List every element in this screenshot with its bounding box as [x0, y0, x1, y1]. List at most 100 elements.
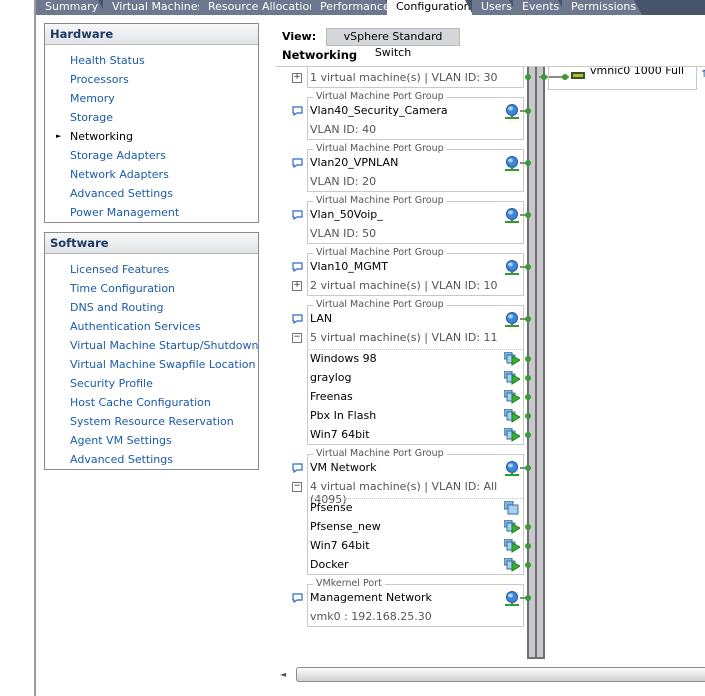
connector-dot [525, 74, 531, 80]
vm-list-item[interactable]: Windows 98 [310, 352, 377, 365]
software-item-time-configuration[interactable]: Time Configuration [70, 282, 175, 295]
tab-performance[interactable]: Performance [311, 0, 393, 15]
port-group-globe-icon [505, 312, 519, 327]
tab-summary[interactable]: Summary [36, 0, 106, 15]
software-item-system-resource-reservation[interactable]: System Resource Reservation [70, 415, 234, 428]
connector-dot [525, 160, 531, 166]
properties-bubble-icon[interactable] [292, 106, 303, 117]
properties-bubble-icon[interactable] [292, 593, 303, 604]
port-group[interactable]: Virtual Machine Port Group Vlan20_VPNLAN V… [307, 143, 524, 192]
hardware-item-processors[interactable]: Processors [70, 73, 129, 86]
expand-icon[interactable]: + [292, 281, 302, 291]
vm-list-item[interactable]: Win7 64bit [310, 539, 370, 552]
port-group-name: Vlan10_MGMT [310, 260, 389, 273]
view-selector[interactable]: vSphere Standard Switch [326, 28, 460, 59]
port-group-name: VM Network [310, 461, 377, 474]
tab-users[interactable]: Users [472, 0, 517, 15]
hardware-panel: Hardware Health Status Processors Memory St… [44, 23, 259, 223]
port-group-name: Vlan20_VPNLAN [310, 156, 399, 169]
expand-icon[interactable]: + [292, 73, 302, 83]
connector-dot [525, 212, 531, 218]
connector-dot [525, 413, 531, 419]
connector-dot [525, 108, 531, 114]
uplink-info-icon[interactable]: ↑ [700, 69, 705, 80]
hardware-item-networking[interactable]: Networking [70, 130, 133, 143]
software-panel: Software Licensed Features Time Configura… [44, 232, 259, 470]
properties-bubble-icon[interactable] [292, 262, 303, 273]
hardware-item-power-management[interactable]: Power Management [70, 206, 179, 219]
properties-bubble-icon[interactable] [292, 158, 303, 169]
port-group-details: VLAN ID: 40 [310, 123, 377, 136]
vm-powered-on-icon[interactable] [503, 427, 522, 442]
vm-powered-on-icon[interactable] [503, 351, 522, 366]
tab-configuration[interactable]: Configuration [387, 0, 473, 15]
hardware-item-storage-adapters[interactable]: Storage Adapters [70, 149, 166, 162]
port-group-type: Virtual Machine Port Group [313, 448, 447, 459]
vm-list-item[interactable]: Pfsense [310, 501, 352, 514]
vm-list-item[interactable]: Win7 64bit [310, 428, 370, 441]
hardware-item-advanced-settings[interactable]: Advanced Settings [70, 187, 173, 200]
vm-powered-on-icon[interactable] [503, 557, 522, 572]
software-item-authentication-services[interactable]: Authentication Services [70, 320, 201, 333]
connector-dot [525, 394, 531, 400]
hardware-header: Hardware [45, 24, 258, 45]
properties-bubble-icon[interactable] [292, 210, 303, 221]
vm-powered-on-icon[interactable] [503, 519, 522, 534]
horizontal-scrollbar[interactable]: ◄ [276, 667, 705, 682]
tab-events[interactable]: Events [513, 0, 566, 15]
software-item-virtual-machine-startup-shutdown[interactable]: Virtual Machine Startup/Shutdown [70, 339, 258, 352]
port-group-details: vmk0 : 192.168.25.30 [310, 610, 432, 623]
uplink-nic-label: vmnic0 1000 Full [590, 67, 685, 77]
software-item-licensed-features[interactable]: Licensed Features [70, 263, 169, 276]
tab-resource-allocation[interactable]: Resource Allocation [199, 0, 319, 15]
port-group[interactable]: Virtual Machine Port Group Vlan10_MGMT 2 v… [307, 247, 524, 296]
port-group[interactable]: VMkernel Port Management Network vmk0 : 19… [307, 578, 524, 627]
vm-list-item[interactable]: Freenas [310, 390, 353, 403]
vm-powered-on-icon[interactable] [503, 389, 522, 404]
vm-powered-on-icon[interactable] [503, 538, 522, 553]
port-group[interactable]: Virtual Machine Port Group VM Network 4 vi… [307, 448, 524, 575]
vm-list-item[interactable]: Pbx In Flash [310, 409, 376, 422]
tab-permissions[interactable]: Permissions [562, 0, 642, 15]
properties-bubble-icon[interactable] [292, 463, 303, 474]
vm-list-item[interactable]: Pfsense_new [310, 520, 381, 533]
port-group-details: 2 virtual machine(s) | VLAN ID: 10 [310, 279, 498, 292]
hardware-item-memory[interactable]: Memory [70, 92, 115, 105]
vm-list-separator [308, 498, 523, 499]
connector-dot [525, 375, 531, 381]
hardware-item-network-adapters[interactable]: Network Adapters [70, 168, 169, 181]
scroll-left-arrow[interactable]: ◄ [280, 670, 286, 679]
port-group-type: Virtual Machine Port Group [313, 195, 447, 206]
vm-list-item[interactable]: graylog [310, 371, 352, 384]
view-label: View: [282, 30, 317, 43]
vm-powered-on-icon[interactable] [503, 408, 522, 423]
tab-virtual-machines[interactable]: Virtual Machines [103, 0, 206, 15]
port-group-globe-icon [505, 591, 519, 606]
connector-dot [525, 595, 531, 601]
vm-powered-off-icon[interactable] [503, 500, 520, 515]
hardware-item-storage[interactable]: Storage [70, 111, 113, 124]
properties-bubble-icon[interactable] [292, 314, 303, 325]
software-item-security-profile[interactable]: Security Profile [70, 377, 153, 390]
vm-powered-on-icon[interactable] [503, 370, 522, 385]
network-diagram: Vlan30_Guest1 virtual machine(s) | VLAN … [276, 67, 705, 665]
software-item-agent-vm-settings[interactable]: Agent VM Settings [70, 434, 172, 447]
software-header: Software [45, 233, 258, 254]
vm-list-item[interactable]: Docker [310, 558, 349, 571]
software-item-host-cache-configuration[interactable]: Host Cache Configuration [70, 396, 211, 409]
port-group[interactable]: Virtual Machine Port Group Vlan_50Voip_ VL… [307, 195, 524, 244]
software-item-virtual-machine-swapfile-location[interactable]: Virtual Machine Swapfile Location [70, 358, 255, 371]
connector-dot [525, 264, 531, 270]
scroll-thumb[interactable] [296, 667, 705, 682]
port-group[interactable]: Vlan30_Guest1 virtual machine(s) | VLAN … [307, 67, 524, 88]
port-group-name: Vlan_50Voip_ [310, 208, 383, 221]
connector-dot [525, 562, 531, 568]
port-group-globe-icon [505, 156, 519, 171]
collapse-icon[interactable]: − [292, 482, 302, 492]
software-item-advanced-settings[interactable]: Advanced Settings [70, 453, 173, 466]
port-group[interactable]: Virtual Machine Port Group Vlan40_Securit… [307, 91, 524, 140]
hardware-item-health-status[interactable]: Health Status [70, 54, 145, 67]
port-group[interactable]: Virtual Machine Port Group LAN 5 virtual m… [307, 299, 524, 445]
software-item-dns-and-routing[interactable]: DNS and Routing [70, 301, 164, 314]
collapse-icon[interactable]: − [292, 333, 302, 343]
